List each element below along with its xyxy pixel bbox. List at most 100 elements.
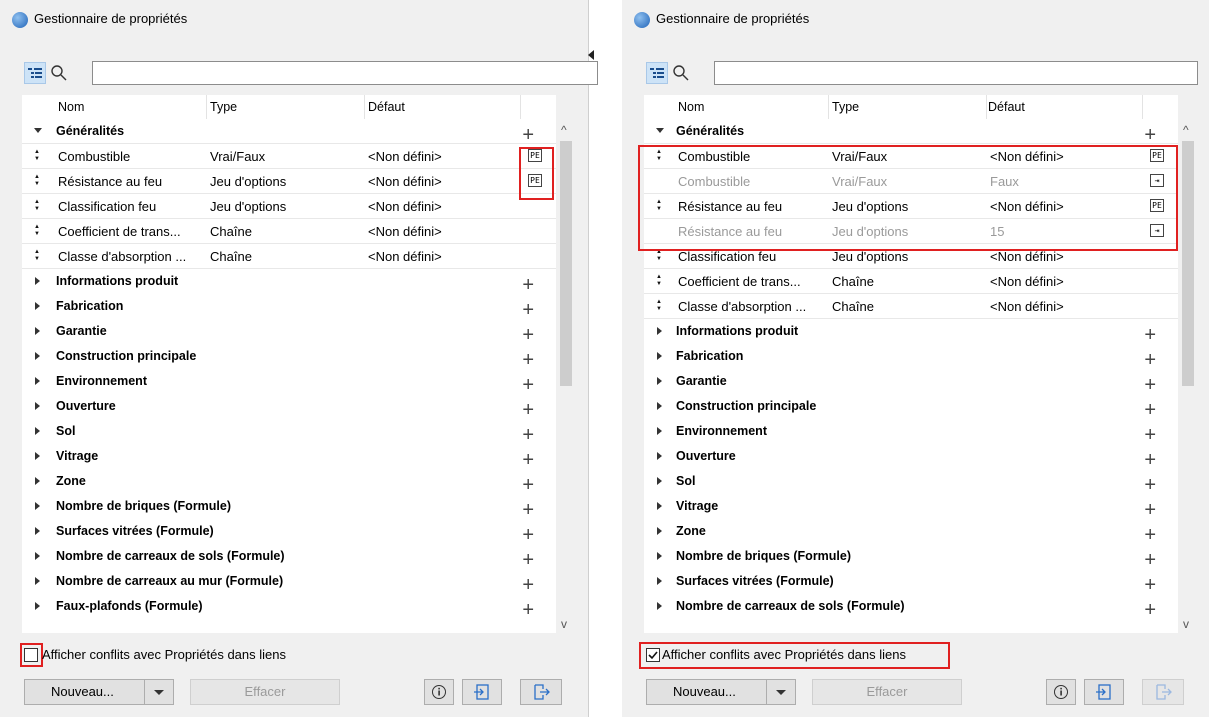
col-name-header[interactable]: Nom (58, 100, 84, 114)
collapsed-arrow-icon[interactable] (35, 527, 40, 535)
collapsed-arrow-icon[interactable] (35, 552, 40, 560)
tree-view-button[interactable] (24, 62, 46, 84)
info-button[interactable] (424, 679, 454, 705)
reorder-handle-icon[interactable]: ▲ ▼ (656, 249, 662, 263)
collapsed-arrow-icon[interactable] (35, 402, 40, 410)
dropdown-arrow-icon[interactable] (144, 680, 173, 704)
group-row[interactable]: Nombre de carreaux de sols (Formule) + (22, 544, 556, 571)
group-row[interactable]: Environnement + (22, 369, 556, 396)
col-name-header[interactable]: Nom (678, 100, 704, 114)
info-button[interactable] (1046, 679, 1076, 705)
group-row[interactable]: Construction principale + (644, 394, 1178, 421)
group-row[interactable]: Sol + (644, 469, 1178, 496)
collapsed-arrow-icon[interactable] (35, 302, 40, 310)
scroll-down-icon[interactable]: v (1183, 617, 1189, 631)
group-row[interactable]: Garantie + (644, 369, 1178, 396)
new-button[interactable]: Nouveau... (24, 679, 174, 705)
collapsed-arrow-icon[interactable] (657, 577, 662, 585)
reorder-handle-icon[interactable]: ▲ ▼ (656, 299, 662, 313)
expanded-arrow-icon[interactable] (656, 128, 664, 133)
group-row[interactable]: Zone + (644, 519, 1178, 546)
collapsed-arrow-icon[interactable] (35, 427, 40, 435)
col-default-header[interactable]: Défaut (988, 100, 1025, 114)
new-button[interactable]: Nouveau... (646, 679, 796, 705)
search-input[interactable] (92, 61, 598, 85)
expanded-arrow-icon[interactable] (34, 128, 42, 133)
delete-button[interactable]: Effacer (190, 679, 340, 705)
group-row[interactable]: Nombre de carreaux au mur (Formule) + (22, 569, 556, 596)
reorder-handle-icon[interactable]: ▲ ▼ (34, 249, 40, 263)
delete-button[interactable]: Effacer (812, 679, 962, 705)
search-input[interactable] (714, 61, 1198, 85)
reorder-handle-icon[interactable]: ▲ ▼ (34, 149, 40, 163)
collapsed-arrow-icon[interactable] (35, 452, 40, 460)
add-plus-icon[interactable]: + (1144, 599, 1156, 622)
group-row[interactable]: Garantie + (22, 319, 556, 346)
group-row[interactable]: Nombre de carreaux de sols (Formule) + (644, 594, 1178, 622)
collapsed-arrow-icon[interactable] (657, 527, 662, 535)
group-row-generalites[interactable]: Généralités + (644, 119, 1178, 146)
col-type-header[interactable]: Type (832, 100, 859, 114)
collapsed-arrow-icon[interactable] (657, 402, 662, 410)
group-row[interactable]: Environnement + (644, 419, 1178, 446)
search-button[interactable] (48, 62, 70, 84)
reorder-handle-icon[interactable]: ▲ ▼ (656, 274, 662, 288)
group-row[interactable]: Vitrage + (22, 444, 556, 471)
collapsed-arrow-icon[interactable] (35, 377, 40, 385)
group-row[interactable]: Fabrication + (644, 344, 1178, 371)
scroll-up-icon[interactable]: ^ (1183, 123, 1189, 137)
property-row[interactable]: ▲ ▼ Classe d'absorption ... Chaîne <Non défi… (644, 294, 1178, 319)
collapsed-arrow-icon[interactable] (657, 452, 662, 460)
group-row[interactable]: Ouverture + (644, 444, 1178, 471)
col-type-header[interactable]: Type (210, 100, 237, 114)
group-row[interactable]: Construction principale + (22, 344, 556, 371)
search-button[interactable] (670, 62, 692, 84)
scroll-up-icon[interactable]: ^ (561, 123, 567, 137)
property-row[interactable]: ▲ ▼ Coefficient de trans... Chaîne <Non défi… (22, 219, 556, 244)
scrollbar[interactable]: ^ v (556, 119, 576, 633)
collapsed-arrow-icon[interactable] (657, 427, 662, 435)
collapsed-arrow-icon[interactable] (35, 327, 40, 335)
group-row[interactable]: Faux-plafonds (Formule) + (22, 594, 556, 622)
collapse-grip-icon[interactable] (588, 50, 594, 60)
group-row[interactable]: Zone + (22, 469, 556, 496)
group-row[interactable]: Fabrication + (22, 294, 556, 321)
dropdown-arrow-icon[interactable] (766, 680, 795, 704)
collapsed-arrow-icon[interactable] (35, 352, 40, 360)
group-row[interactable]: Nombre de briques (Formule) + (22, 494, 556, 521)
group-row[interactable]: Sol + (22, 419, 556, 446)
collapsed-arrow-icon[interactable] (657, 377, 662, 385)
collapsed-arrow-icon[interactable] (657, 602, 662, 610)
import-button[interactable] (1084, 679, 1124, 705)
col-default-header[interactable]: Défaut (368, 100, 405, 114)
collapsed-arrow-icon[interactable] (657, 552, 662, 560)
property-row[interactable]: ▲ ▼ Combustible Vrai/Faux <Non défini> PE (22, 144, 556, 169)
import-button[interactable] (462, 679, 502, 705)
export-button[interactable] (1142, 679, 1184, 705)
group-row[interactable]: Surfaces vitrées (Formule) + (22, 519, 556, 546)
property-row[interactable]: ▲ ▼ Coefficient de trans... Chaîne <Non défi… (644, 269, 1178, 294)
collapsed-arrow-icon[interactable] (657, 502, 662, 510)
add-plus-icon[interactable]: + (522, 599, 534, 622)
reorder-handle-icon[interactable]: ▲ ▼ (34, 199, 40, 213)
collapsed-arrow-icon[interactable] (35, 277, 40, 285)
group-row[interactable]: Informations produit + (644, 319, 1178, 346)
scroll-thumb[interactable] (1182, 141, 1194, 386)
collapsed-arrow-icon[interactable] (35, 577, 40, 585)
scroll-thumb[interactable] (560, 141, 572, 386)
reorder-handle-icon[interactable]: ▲ ▼ (34, 174, 40, 188)
collapsed-arrow-icon[interactable] (657, 327, 662, 335)
group-row[interactable]: Informations produit + (22, 269, 556, 296)
collapsed-arrow-icon[interactable] (657, 477, 662, 485)
group-row[interactable]: Ouverture + (22, 394, 556, 421)
tree-view-button[interactable] (646, 62, 668, 84)
collapsed-arrow-icon[interactable] (35, 502, 40, 510)
collapsed-arrow-icon[interactable] (35, 477, 40, 485)
property-row[interactable]: ▲ ▼ Classe d'absorption ... Chaîne <Non défi… (22, 244, 556, 269)
group-row-generalites[interactable]: Généralités + (22, 119, 556, 146)
property-row[interactable]: ▲ ▼ Classification feu Jeu d'options <Non dé… (22, 194, 556, 219)
reorder-handle-icon[interactable]: ▲ ▼ (34, 224, 40, 238)
group-row[interactable]: Nombre de briques (Formule) + (644, 544, 1178, 571)
collapsed-arrow-icon[interactable] (35, 602, 40, 610)
scrollbar[interactable]: ^ v (1178, 119, 1198, 633)
